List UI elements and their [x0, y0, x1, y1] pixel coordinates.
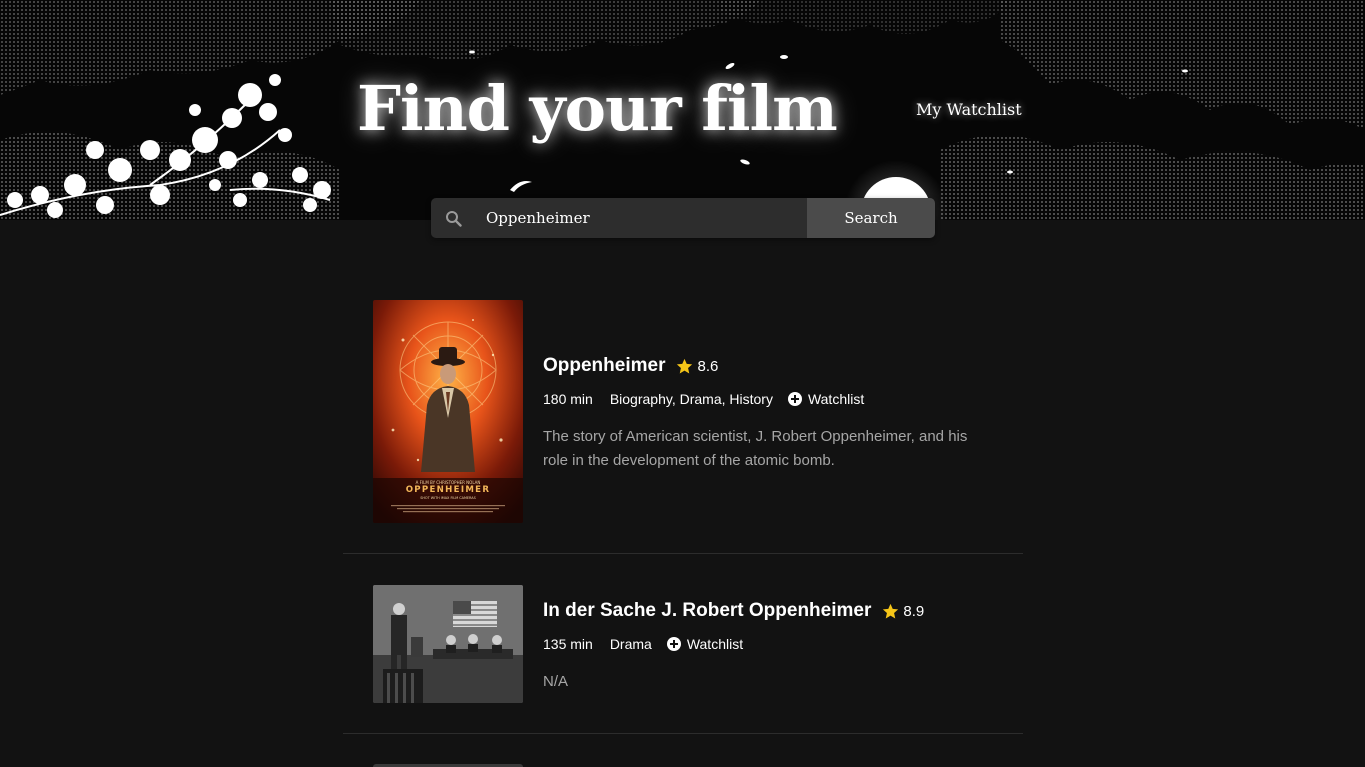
- poster-subline: SHOT WITH IMAX FILM CAMERAS: [420, 496, 476, 500]
- film-result: In der Sache J. Robert Oppenheimer 8.9 1…: [343, 554, 1023, 734]
- film-genres: Drama: [609, 636, 652, 652]
- search-field[interactable]: [431, 198, 807, 238]
- my-watchlist-link[interactable]: My Watchlist: [916, 100, 1022, 119]
- results-list: A FILM BY CHRISTOPHER NOLAN OPPENHEIMER …: [343, 270, 1023, 767]
- film-info: In der Sache J. Robert Oppenheimer 8.9 1…: [543, 598, 983, 694]
- star-icon: [883, 603, 899, 618]
- watchlist-label: Watchlist: [686, 636, 744, 652]
- film-runtime: 180 min: [543, 391, 593, 407]
- film-title: Oppenheimer: [543, 355, 666, 376]
- film-poster: A FILM BY CHRISTOPHER NOLAN OPPENHEIMER …: [373, 300, 523, 523]
- film-rating: 8.6: [697, 357, 719, 375]
- film-title: In der Sache J. Robert Oppenheimer: [543, 600, 872, 621]
- search-form: Search: [431, 198, 935, 238]
- film-rating: 8.9: [903, 602, 925, 620]
- film-result: A FILM BY CHRISTOPHER NOLAN OPPENHEIMER …: [343, 270, 1023, 554]
- film-plot: The story of American scientist, J. Robe…: [543, 428, 968, 469]
- page-title: Find your film: [357, 72, 838, 145]
- film-runtime: 135 min: [543, 636, 593, 652]
- search-icon: [431, 198, 471, 238]
- star-icon: [677, 358, 693, 373]
- plus-circle-icon: [666, 637, 681, 651]
- film-genres: Biography, Drama, History: [609, 391, 773, 407]
- poster-title: OPPENHEIMER: [406, 485, 491, 495]
- watchlist-label: Watchlist: [807, 391, 865, 407]
- film-info: Oppenheimer 8.6 180 min Biography, Drama…: [543, 353, 983, 473]
- hero-banner: Find your film My Watchlist: [0, 0, 1365, 220]
- add-to-watchlist-button[interactable]: Watchlist: [666, 636, 744, 652]
- search-button[interactable]: Search: [807, 198, 935, 238]
- plus-circle-icon: [787, 392, 802, 406]
- film-plot: N/A: [543, 673, 569, 690]
- add-to-watchlist-button[interactable]: Watchlist: [787, 391, 865, 407]
- search-input[interactable]: [471, 198, 807, 238]
- film-poster: [373, 585, 523, 703]
